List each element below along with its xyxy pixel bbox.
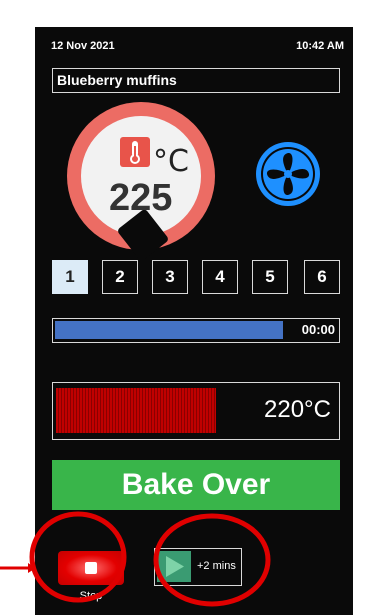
timer-progress-fill	[55, 321, 283, 339]
timer-progress-bar: 00:00	[52, 318, 340, 343]
add-time-label: +2 mins	[197, 560, 236, 572]
stop-icon	[85, 562, 97, 574]
stop-label: Stop	[79, 590, 103, 602]
oven-display: 12 Nov 2021 10:42 AM Blueberry muffins °…	[35, 27, 353, 615]
temperature-unit: °C	[153, 144, 189, 179]
step-2-button[interactable]: 2	[102, 260, 138, 294]
status-bar: 12 Nov 2021 10:42 AM	[35, 40, 353, 56]
step-4-button[interactable]: 4	[202, 260, 238, 294]
step-3-button[interactable]: 3	[152, 260, 188, 294]
step-6-button[interactable]: 6	[304, 260, 340, 294]
date-label: 12 Nov 2021	[51, 40, 115, 52]
bake-over-banner: Bake Over	[52, 460, 340, 510]
stop-button[interactable]	[58, 551, 124, 585]
step-selector: 1 2 3 4 5 6	[52, 260, 340, 294]
time-label: 10:42 AM	[296, 40, 344, 52]
recipe-name-field[interactable]: Blueberry muffins	[52, 68, 340, 93]
fan-icon[interactable]	[253, 139, 323, 209]
thermometer-icon	[120, 137, 150, 167]
timer-remaining: 00:00	[301, 322, 335, 337]
play-icon	[157, 551, 191, 582]
step-1-button[interactable]: 1	[52, 260, 88, 294]
heater-temperature: 220°C	[264, 396, 331, 423]
heater-panel: 220°C	[52, 382, 340, 440]
heater-level-bars	[56, 388, 216, 433]
temperature-value: 225	[109, 177, 173, 219]
step-5-button[interactable]: 5	[252, 260, 288, 294]
add-two-minutes-button[interactable]: +2 mins	[154, 548, 242, 586]
recipe-name: Blueberry muffins	[57, 72, 177, 88]
